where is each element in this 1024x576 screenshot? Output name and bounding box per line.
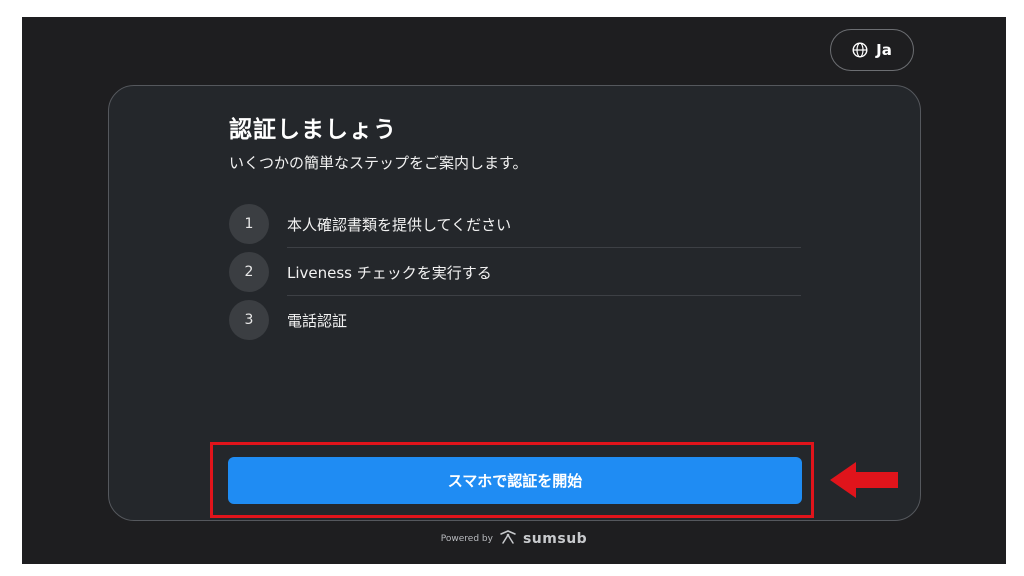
step-number-badge: 3 [229, 300, 269, 340]
step-number-badge: 1 [229, 204, 269, 244]
step-label: 電話認証 [287, 311, 348, 330]
step-item: 3 電話認証 [229, 296, 801, 344]
verification-card: 認証しましょう いくつかの簡単なステップをご案内します。 1 本人確認書類を提供… [108, 85, 921, 521]
start-verification-button[interactable]: スマホで認証を開始 [228, 457, 802, 504]
app-frame: Ja 認証しましょう いくつかの簡単なステップをご案内します。 1 本人確認書類… [22, 17, 1006, 564]
left-arrow-icon [830, 462, 900, 502]
language-label: Ja [876, 41, 892, 59]
step-label: 本人確認書類を提供してください [287, 215, 512, 234]
brand-name: sumsub [522, 530, 588, 547]
step-item: 2 Liveness チェックを実行する [229, 248, 801, 296]
step-label: Liveness チェックを実行する [287, 263, 492, 282]
page-title: 認証しましょう [229, 117, 397, 143]
powered-by-footer: Powered by sumsub [22, 529, 1006, 548]
globe-icon [852, 42, 868, 58]
step-number-badge: 2 [229, 252, 269, 292]
language-selector-button[interactable]: Ja [830, 29, 914, 71]
powered-by-text: Powered by [440, 533, 493, 544]
page-subtitle: いくつかの簡単なステップをご案内します。 [229, 154, 528, 172]
step-item: 1 本人確認書類を提供してください [229, 200, 801, 248]
step-list: 1 本人確認書類を提供してください 2 Liveness チェックを実行する 3… [229, 200, 801, 344]
sumsub-logo-icon [499, 529, 517, 548]
